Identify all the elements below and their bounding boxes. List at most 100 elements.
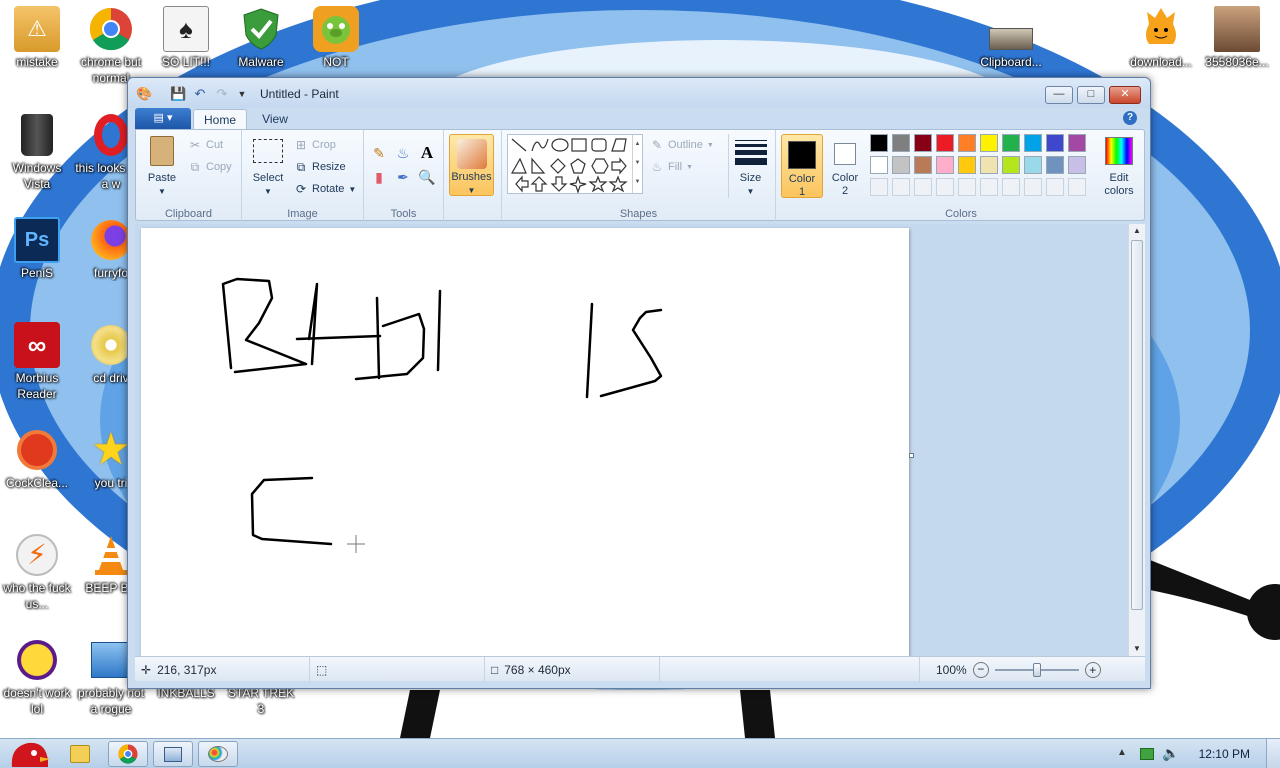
maximize-button[interactable]: □: [1077, 86, 1105, 104]
paint-app-icon[interactable]: 🎨: [136, 86, 152, 102]
palette-custom-slot[interactable]: [870, 178, 888, 196]
palette-custom-slot[interactable]: [980, 178, 998, 196]
palette-swatch[interactable]: [892, 156, 910, 174]
zoom-slider[interactable]: [994, 662, 1079, 677]
redo-icon[interactable]: ↷: [214, 86, 230, 102]
size-button[interactable]: Size ▼: [728, 134, 772, 198]
desktop-icon-3558036e[interactable]: 3558036e...: [1200, 6, 1274, 70]
title-bar[interactable]: 🎨 💾 ↶ ↷ ▼ Untitled - Paint — □ ✕: [128, 78, 1150, 108]
undo-icon[interactable]: ↶: [192, 86, 208, 102]
desktop-icon-who-the[interactable]: ⚡ who the fuck us...: [0, 532, 74, 612]
vertical-scrollbar[interactable]: ▲ ▼: [1128, 224, 1145, 656]
palette-custom-slot[interactable]: [1046, 178, 1064, 196]
application-menu-button[interactable]: ▤ ▾: [135, 108, 191, 129]
desktop-icon-morbius-reader[interactable]: ∞ Morbius Reader: [0, 322, 74, 402]
palette-swatch[interactable]: [1024, 134, 1042, 152]
palette-swatch[interactable]: [936, 156, 954, 174]
customize-toolbar-icon[interactable]: ▼: [234, 86, 250, 102]
fill-bucket-icon[interactable]: ♨: [392, 142, 414, 164]
palette-swatch[interactable]: [914, 134, 932, 152]
palette-swatch[interactable]: [1046, 156, 1064, 174]
palette-swatch[interactable]: [958, 134, 976, 152]
resize-button[interactable]: ⧉ Resize: [294, 160, 346, 174]
taskbar-window-button[interactable]: [153, 741, 193, 767]
palette-swatch[interactable]: [1002, 134, 1020, 152]
palette-swatch[interactable]: [870, 134, 888, 152]
palette-custom-slot[interactable]: [892, 178, 910, 196]
tray-network-icon[interactable]: [1140, 748, 1154, 760]
minimize-button[interactable]: —: [1045, 86, 1073, 104]
shapes-gallery[interactable]: ▲ ▼ ▼: [507, 134, 643, 194]
tab-home[interactable]: Home: [193, 109, 247, 130]
palette-swatch[interactable]: [892, 134, 910, 152]
brushes-button[interactable]: Brushes ▼: [449, 134, 494, 196]
desktop-icon-cockclea[interactable]: CockClea...: [0, 427, 74, 491]
canvas-resize-handle[interactable]: [909, 453, 914, 458]
taskbar-paint-button[interactable]: [198, 741, 238, 767]
rotate-button[interactable]: ⟳ Rotate ▼: [294, 182, 356, 196]
tray-volume-icon[interactable]: 🔈: [1162, 745, 1179, 762]
palette-swatch[interactable]: [914, 156, 932, 174]
palette-custom-slot[interactable]: [1002, 178, 1020, 196]
magnifier-icon[interactable]: 🔍: [416, 166, 438, 188]
desktop-icon-not[interactable]: NOT: [299, 6, 373, 70]
taskbar-pinned-explorer[interactable]: [70, 745, 90, 763]
palette-custom-slot[interactable]: [936, 178, 954, 196]
select-button[interactable]: Select ▼: [248, 134, 288, 198]
zoom-in-icon[interactable]: +: [1084, 661, 1101, 678]
desktop-icon-clipboard[interactable]: Clipboard...: [974, 6, 1048, 70]
palette-swatch[interactable]: [1046, 134, 1064, 152]
text-icon[interactable]: A: [416, 142, 438, 164]
palette-custom-slot[interactable]: [1068, 178, 1086, 196]
desktop-icon-windows-vista[interactable]: Windows Vista: [0, 112, 74, 192]
palette-custom-slot[interactable]: [958, 178, 976, 196]
color-picker-icon[interactable]: ✒: [392, 166, 414, 188]
ccleaner-icon: [14, 427, 60, 473]
desktop-icon-so-lit[interactable]: ♠ SO LIT!!!: [149, 6, 223, 70]
start-button[interactable]: [4, 733, 52, 768]
palette-swatch[interactable]: [1068, 134, 1086, 152]
outline-button[interactable]: ✎ Outline ▼: [650, 138, 714, 152]
paste-button[interactable]: Paste ▼: [142, 134, 182, 198]
palette-swatch[interactable]: [980, 156, 998, 174]
close-button[interactable]: ✕: [1109, 86, 1141, 104]
palette-swatch[interactable]: [1024, 156, 1042, 174]
taskbar-chrome-button[interactable]: [108, 741, 148, 767]
desktop-icon-chrome[interactable]: chrome but normal: [74, 6, 148, 86]
tab-view[interactable]: View: [253, 109, 297, 130]
zoom-slider-thumb[interactable]: [1032, 662, 1041, 677]
save-icon[interactable]: 💾: [170, 86, 186, 102]
palette-swatch[interactable]: [980, 134, 998, 152]
cut-button[interactable]: ✂ Cut: [188, 138, 223, 152]
edit-colors-button[interactable]: Edit colors: [1096, 134, 1142, 198]
pencil-icon[interactable]: ✎: [368, 142, 390, 164]
zoom-out-icon[interactable]: −: [972, 661, 989, 678]
desktop-icon-mistake[interactable]: ⚠ mistake: [0, 6, 74, 70]
desktop-icon-malware[interactable]: Malware: [224, 6, 298, 70]
desktop-icon-doesnt-work[interactable]: doesn't work lol: [0, 637, 74, 717]
copy-button[interactable]: ⧉ Copy: [188, 160, 232, 174]
palette-swatch[interactable]: [870, 156, 888, 174]
palette-custom-slot[interactable]: [914, 178, 932, 196]
palette-swatch[interactable]: [1002, 156, 1020, 174]
show-desktop-button[interactable]: [1266, 739, 1280, 768]
palette-swatch[interactable]: [1068, 156, 1086, 174]
desktop-icon-penis[interactable]: Ps PeniS: [0, 217, 74, 281]
color-1-button[interactable]: Color 1: [781, 134, 823, 198]
color-2-button[interactable]: Color 2: [826, 134, 864, 198]
scroll-down-arrow[interactable]: ▼: [1129, 642, 1145, 656]
desktop-icon-download[interactable]: download...: [1124, 6, 1198, 70]
fill-button[interactable]: ♨ Fill ▼: [650, 160, 693, 174]
help-icon[interactable]: ?: [1123, 111, 1137, 125]
palette-swatch[interactable]: [958, 156, 976, 174]
shapes-scroll[interactable]: ▲ ▼ ▼: [632, 135, 642, 193]
palette-swatch[interactable]: [936, 134, 954, 152]
drawing-canvas[interactable]: [141, 228, 909, 656]
scroll-up-arrow[interactable]: ▲: [1129, 224, 1145, 238]
taskbar-clock[interactable]: 12:10 PM: [1199, 747, 1250, 761]
eraser-icon[interactable]: ▮: [368, 166, 390, 188]
scroll-thumb[interactable]: [1131, 240, 1143, 610]
tray-expand-icon[interactable]: ▲: [1117, 747, 1127, 758]
palette-custom-slot[interactable]: [1024, 178, 1042, 196]
crop-button[interactable]: ⊞ Crop: [294, 138, 336, 152]
